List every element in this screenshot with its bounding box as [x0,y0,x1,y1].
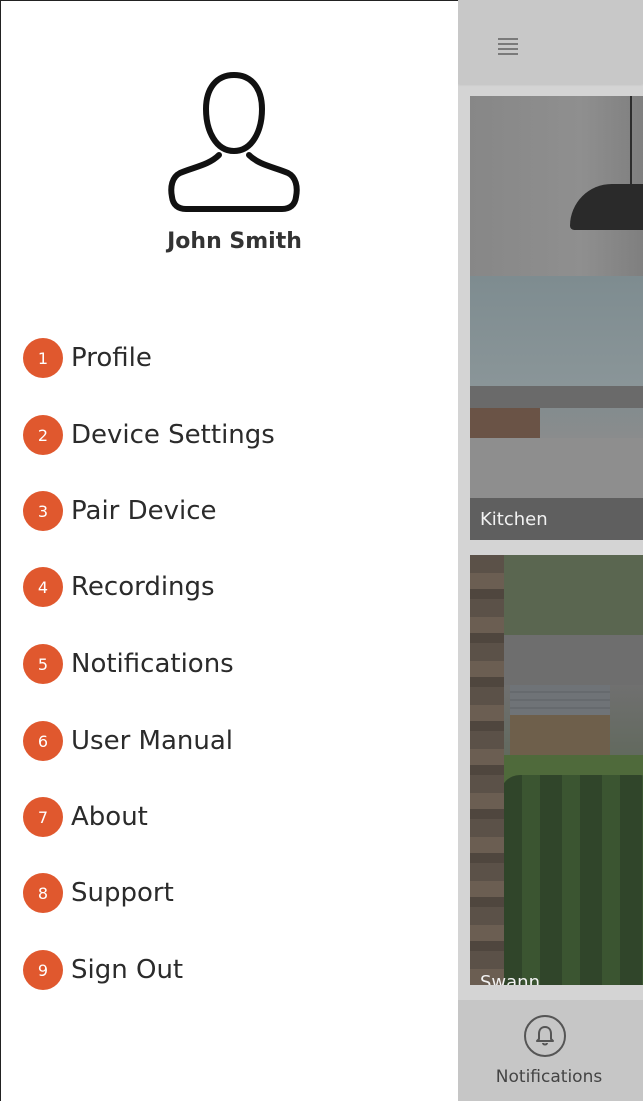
menu-item-user-manual[interactable]: 6 User Manual [23,721,233,761]
menu-number-badge: 5 [23,644,63,684]
menu-item-recordings[interactable]: 4 Recordings [23,567,215,607]
menu-item-label: Sign Out [71,955,184,985]
top-bar [458,0,643,84]
camera-feed-kitchen [470,96,643,540]
user-name: John Smith [167,229,302,254]
camera-card-kitchen[interactable]: Kitchen [470,96,643,540]
menu-item-support[interactable]: 8 Support [23,873,174,913]
hamburger-icon[interactable] [498,38,518,56]
menu-item-label: Device Settings [71,420,275,450]
app-screen: Kitchen Swann Notifications John Smith 1… [0,0,643,1101]
menu-item-sign-out[interactable]: 9 Sign Out [23,950,183,990]
menu-number-badge: 2 [23,415,63,455]
user-avatar-icon[interactable] [164,69,304,219]
navigation-drawer: John Smith 1 Profile 2 Device Settings 3… [0,0,458,1101]
bell-icon [524,1015,566,1057]
menu-item-about[interactable]: 7 About [23,797,148,837]
notifications-tab-label: Notifications [495,1067,603,1087]
menu-item-label: Notifications [71,649,234,679]
menu-number-badge: 9 [23,950,63,990]
menu-item-label: Pair Device [71,496,217,526]
menu-number-badge: 1 [23,338,63,378]
camera-label: Kitchen [480,509,548,530]
menu-item-pair-device[interactable]: 3 Pair Device [23,491,217,531]
camera-card-swann[interactable]: Swann [470,555,643,985]
menu-item-label: Recordings [71,572,215,602]
main-screen: Kitchen Swann Notifications [458,0,643,1101]
bottom-nav: Notifications [458,1000,643,1101]
menu-item-profile[interactable]: 1 Profile [23,338,152,378]
menu-item-device-settings[interactable]: 2 Device Settings [23,415,275,455]
camera-label: Swann [480,972,540,985]
menu-item-label: Support [71,878,174,908]
camera-feed-swann [470,555,643,985]
menu-number-badge: 8 [23,873,63,913]
menu-item-notifications[interactable]: 5 Notifications [23,644,234,684]
notifications-tab[interactable]: Notifications [458,1000,643,1101]
menu-number-badge: 4 [23,567,63,607]
menu-item-label: Profile [71,343,152,373]
menu-number-badge: 7 [23,797,63,837]
menu-item-label: About [71,802,148,832]
menu-number-badge: 6 [23,721,63,761]
menu-number-badge: 3 [23,491,63,531]
menu-item-label: User Manual [71,726,234,756]
